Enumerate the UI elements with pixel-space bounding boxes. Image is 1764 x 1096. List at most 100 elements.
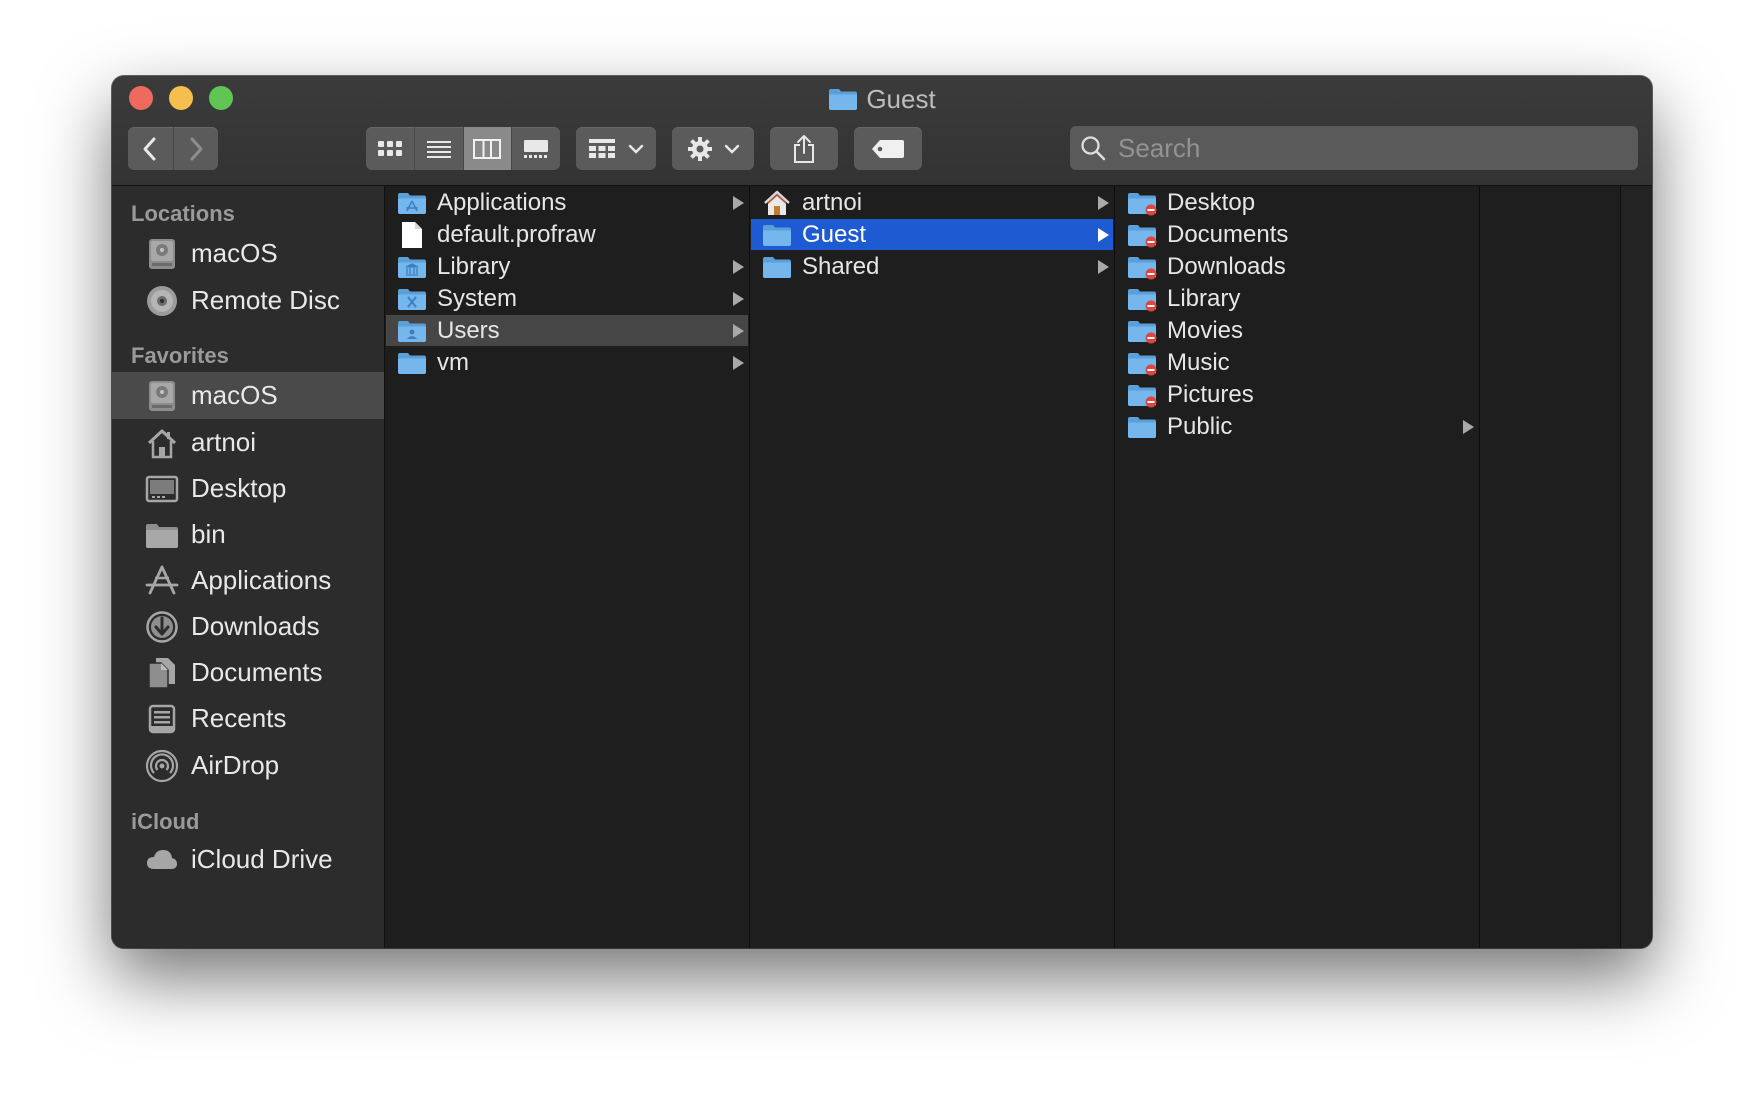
gallery-view-icon [524, 139, 549, 158]
column-view-icon [473, 138, 502, 159]
disclosure-arrow-icon [1098, 260, 1109, 274]
column-item-label: Users [437, 316, 500, 344]
sidebar-item-macos[interactable]: macOS [112, 372, 384, 419]
search-icon [1081, 136, 1106, 161]
share-button[interactable] [770, 127, 838, 170]
sidebar-item-label: macOS [191, 238, 278, 268]
column-root: Applications default.profraw Library Sys… [385, 186, 750, 948]
column-item-label: Public [1167, 412, 1233, 440]
tag-icon [872, 139, 904, 158]
disclosure-arrow-icon [1098, 228, 1109, 242]
column-item-downloads[interactable]: Downloads [1116, 251, 1478, 282]
column-guest: Desktop Documents Downloads Library Movi… [1115, 186, 1480, 948]
search-placeholder: Search [1118, 132, 1201, 163]
view-mode-group [366, 127, 560, 170]
sidebar-item-airdrop[interactable]: AirDrop [112, 742, 384, 789]
sidebar-item-artnoi[interactable]: artnoi [112, 419, 384, 466]
sidebar-item-label: Downloads [191, 611, 320, 641]
applications-folder-icon [397, 191, 427, 215]
restricted-folder-icon [1127, 287, 1157, 311]
folder-icon [762, 255, 792, 279]
group-button[interactable] [576, 127, 656, 170]
search-field[interactable]: Search [1070, 126, 1638, 170]
window-title-text: Guest [866, 84, 936, 114]
column-item-guest[interactable]: Guest [751, 219, 1113, 250]
column-item-vm[interactable]: vm [386, 347, 748, 378]
column-item-applications[interactable]: Applications [386, 187, 748, 218]
sidebar-item-documents[interactable]: Documents [112, 649, 384, 696]
folder-icon [762, 223, 792, 247]
sidebar-item-desktop[interactable]: Desktop [112, 465, 384, 512]
sidebar-item-downloads[interactable]: Downloads [112, 603, 384, 650]
column-item-label: Shared [802, 252, 880, 280]
sidebar-item-label: bin [191, 519, 226, 549]
forward-button[interactable] [172, 127, 219, 170]
window-title: Guest [112, 84, 1652, 114]
sidebar-item-bin[interactable]: bin [112, 511, 384, 558]
downloads-icon [144, 609, 180, 645]
folder-icon [828, 87, 858, 111]
file-icon [397, 221, 427, 248]
sidebar-item-remote-disc[interactable]: Remote Disc [112, 277, 384, 324]
column-item-music[interactable]: Music [1116, 347, 1478, 378]
sidebar-item-icloud-drive[interactable]: iCloud Drive [112, 836, 384, 883]
sidebar: Locations macOS Remote Disc Favorites ma… [112, 186, 385, 948]
column-view-button[interactable] [462, 127, 512, 170]
finder-window: Guest Search Locations macOS Remote Disc… [112, 76, 1652, 948]
chevron-right-icon [190, 137, 203, 160]
column-item-label: Movies [1167, 316, 1244, 344]
column-item-label: Downloads [1167, 252, 1286, 280]
column-item-label: Applications [437, 188, 567, 216]
column-item-public[interactable]: Public [1116, 411, 1478, 442]
column-item-users[interactable]: Users [386, 315, 748, 346]
tags-button[interactable] [854, 127, 922, 170]
icon-view-icon [377, 140, 402, 156]
desktop-icon [144, 471, 180, 507]
column-item-movies[interactable]: Movies [1116, 315, 1478, 346]
back-button[interactable] [128, 127, 173, 170]
column-item-system[interactable]: System [386, 283, 748, 314]
hard-drive-icon [144, 236, 180, 272]
column-item-shared[interactable]: Shared [751, 251, 1113, 282]
system-folder-icon [397, 287, 427, 311]
gallery-view-button[interactable] [511, 127, 560, 170]
column-item-artnoi[interactable]: artnoi [751, 187, 1113, 218]
action-button[interactable] [672, 127, 754, 170]
disclosure-arrow-icon [733, 260, 744, 274]
gear-icon [688, 136, 712, 161]
disclosure-arrow-icon [733, 292, 744, 306]
sidebar-item-recents[interactable]: Recents [112, 695, 384, 742]
column-item-label: default.profraw [437, 220, 596, 248]
column-item-library[interactable]: Library [1116, 283, 1478, 314]
list-view-button[interactable] [413, 127, 463, 170]
disclosure-arrow-icon [1463, 420, 1474, 434]
column-item-label: vm [437, 348, 469, 376]
sidebar-item-label: artnoi [191, 427, 257, 457]
sidebar-item-applications[interactable]: Applications [112, 557, 384, 604]
column-item-label: Music [1167, 348, 1230, 376]
disc-icon [144, 283, 180, 319]
sidebar-item-label: macOS [191, 380, 278, 410]
column-item-library[interactable]: Library [386, 251, 748, 282]
column-item-label: System [437, 284, 518, 312]
disclosure-arrow-icon [733, 356, 744, 370]
sidebar-heading-icloud: iCloud [131, 809, 200, 834]
column-item-label: Library [437, 252, 511, 280]
restricted-folder-icon [1127, 191, 1157, 215]
column-item-documents[interactable]: Documents [1116, 219, 1478, 250]
disclosure-arrow-icon [1098, 196, 1109, 210]
back-forward-group [128, 127, 218, 170]
sidebar-item-label: Remote Disc [191, 285, 340, 315]
library-folder-icon [397, 255, 427, 279]
sidebar-item-label: AirDrop [191, 750, 280, 780]
column-item-desktop[interactable]: Desktop [1116, 187, 1478, 218]
column-item-default-profraw[interactable]: default.profraw [386, 219, 748, 250]
icon-view-button[interactable] [366, 127, 414, 170]
restricted-folder-icon [1127, 223, 1157, 247]
column-scroll-area[interactable] [1620, 186, 1652, 948]
column-item-label: artnoi [802, 188, 863, 216]
folder-icon [1127, 415, 1157, 439]
sidebar-item-macos-location[interactable]: macOS [112, 230, 384, 277]
column-item-pictures[interactable]: Pictures [1116, 379, 1478, 410]
hard-drive-icon [144, 378, 180, 414]
